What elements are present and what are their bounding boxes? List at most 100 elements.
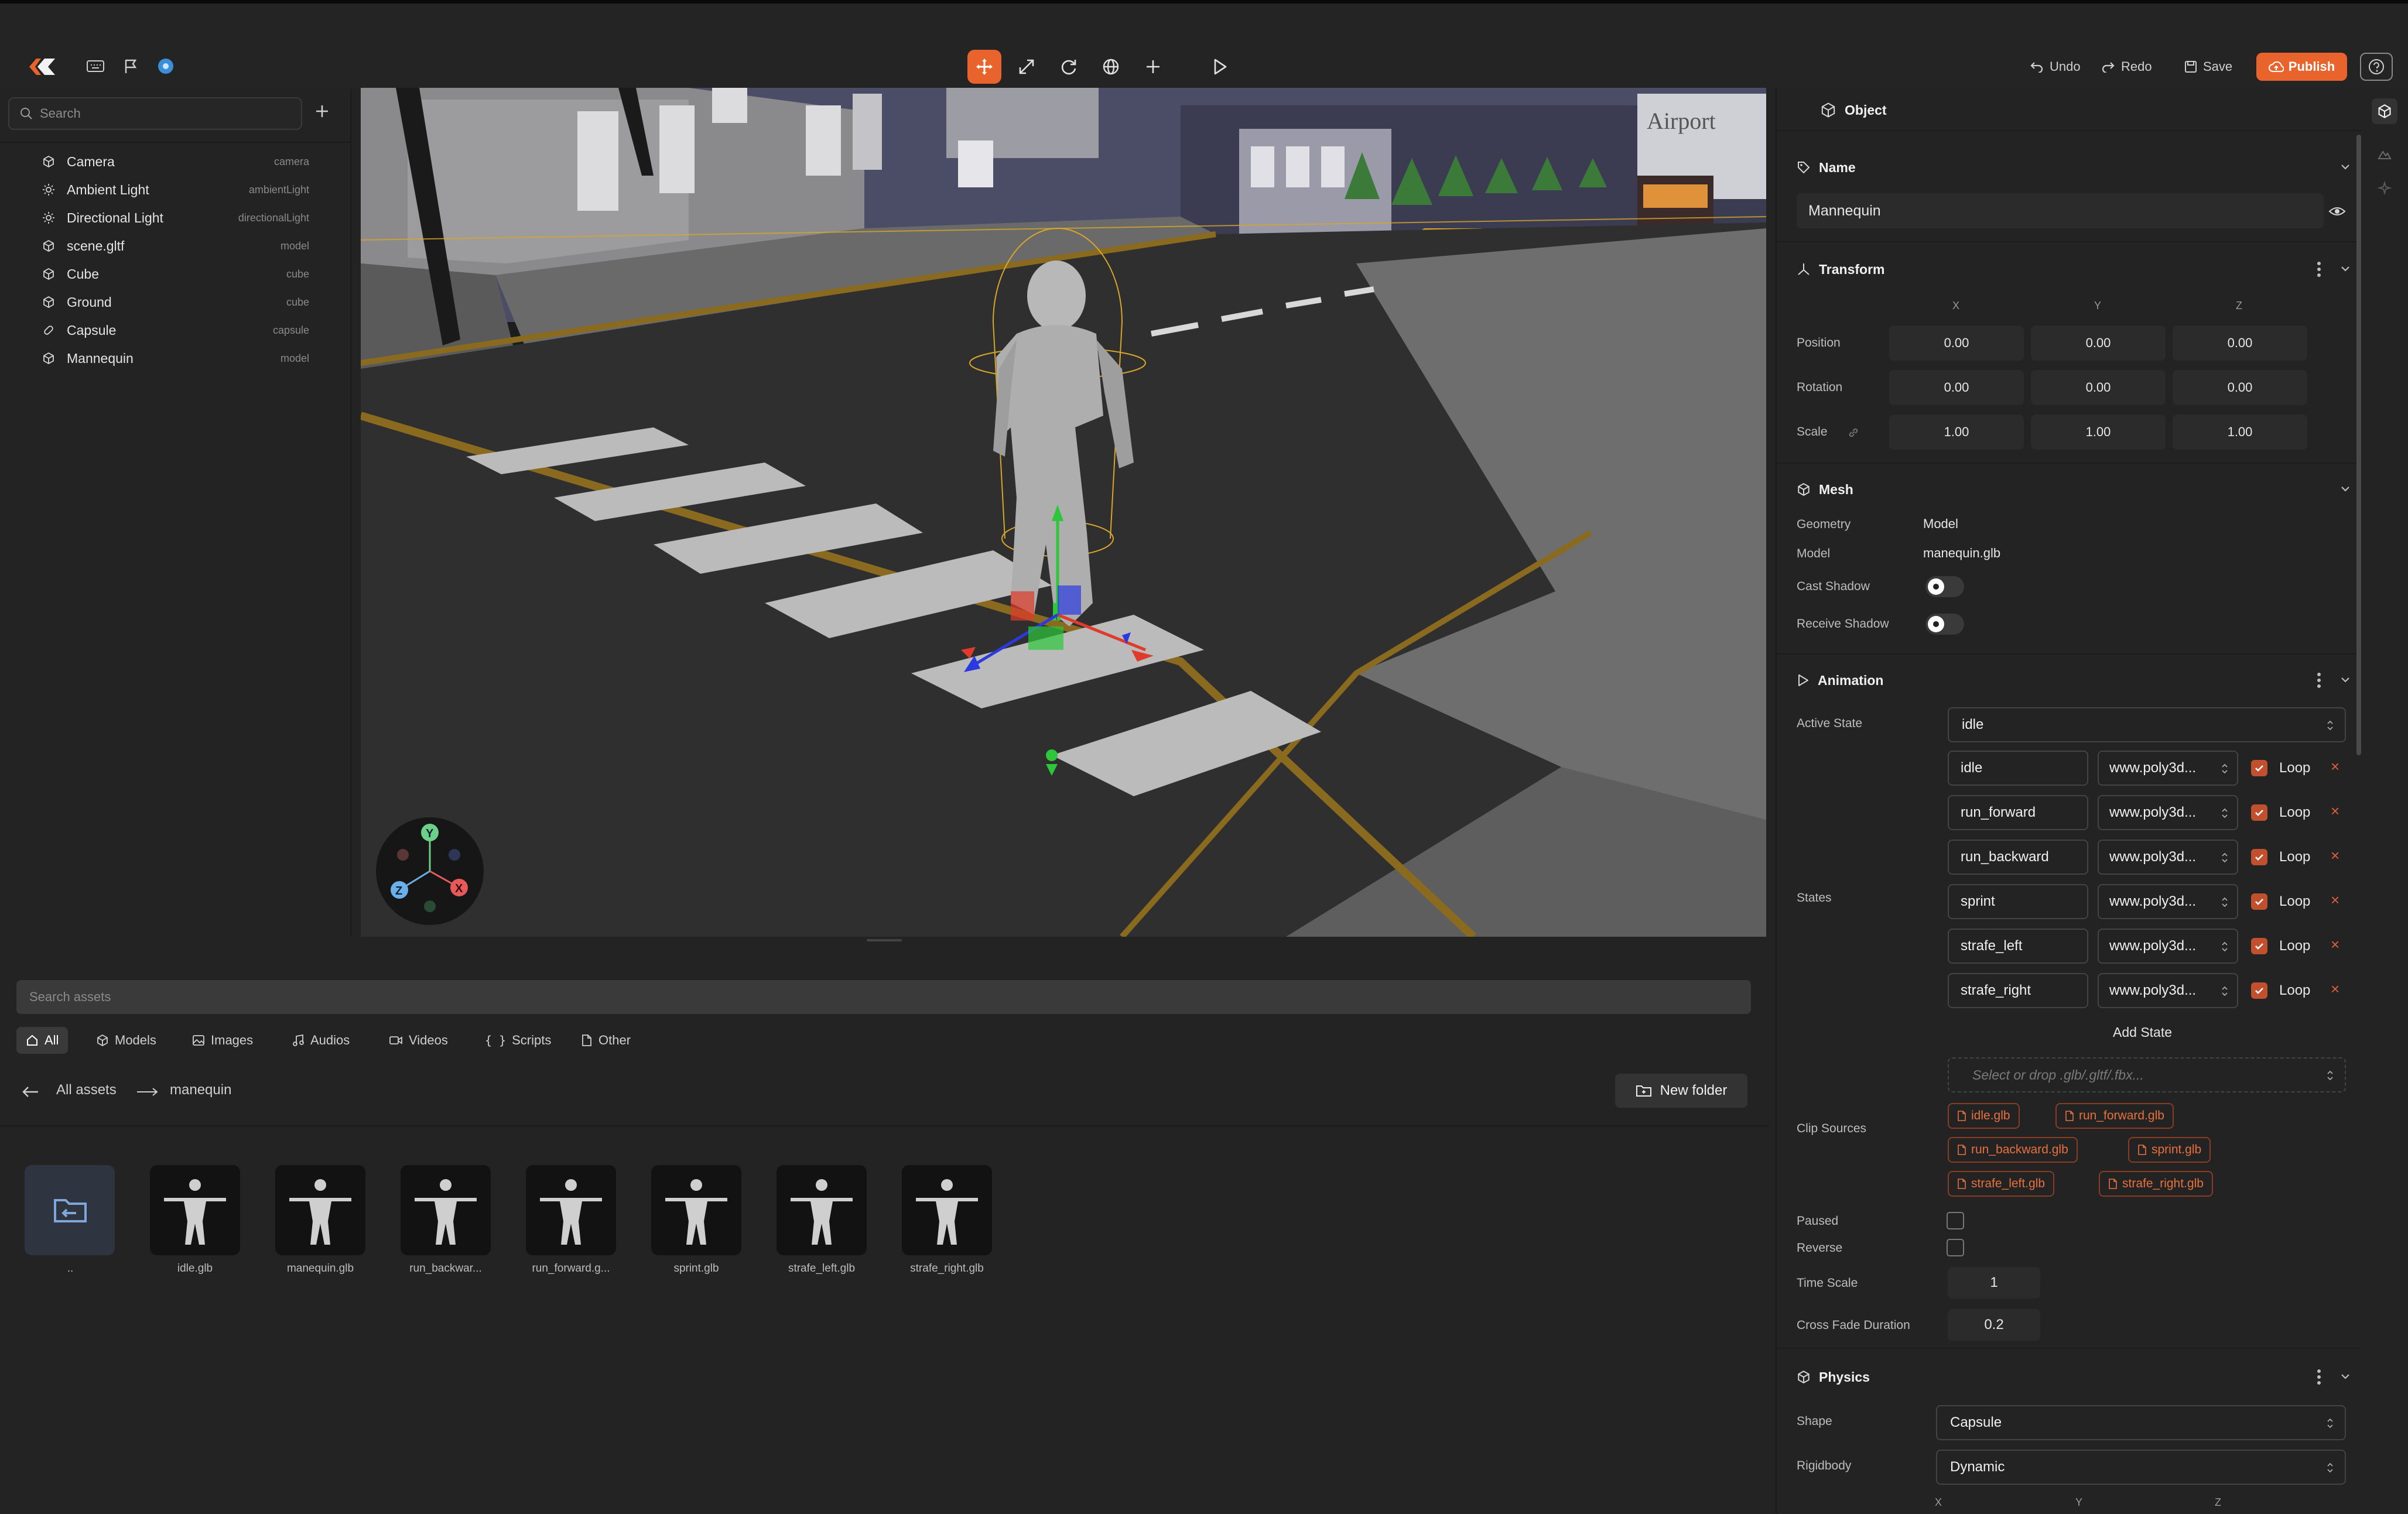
position-x-input[interactable]: 0.00 (1889, 326, 2024, 361)
keyboard-icon[interactable] (85, 57, 105, 75)
publish-button[interactable]: Publish (2256, 53, 2347, 81)
receive-shadow-toggle[interactable] (1925, 614, 1964, 635)
more-options-icon[interactable] (2317, 672, 2321, 689)
inspector-scrollbar[interactable] (2356, 135, 2361, 755)
status-dot-icon[interactable] (157, 57, 175, 75)
state-name-input[interactable]: sprint (1948, 884, 2088, 919)
mesh-section-header[interactable]: Mesh (1797, 478, 1853, 501)
orientation-gizmo[interactable]: Y Z X (376, 817, 484, 925)
cast-shadow-toggle[interactable] (1925, 576, 1964, 597)
breadcrumb-root[interactable]: All assets (56, 1082, 117, 1098)
resize-handle[interactable] (867, 939, 902, 941)
filter-chip-videos[interactable]: Videos (379, 1027, 457, 1054)
scale-x-input[interactable]: 1.00 (1889, 415, 2024, 450)
scene-viewport[interactable]: Airport Y Z X (361, 88, 1766, 937)
reverse-checkbox[interactable] (1947, 1239, 1964, 1256)
add-object-button[interactable] (1136, 50, 1170, 84)
undo-button[interactable]: Undo (2030, 55, 2081, 78)
clip-source-chip[interactable]: strafe_left.glb (1948, 1171, 2055, 1197)
hierarchy-item-ground[interactable]: Ground cube (0, 288, 351, 316)
filter-chip-models[interactable]: Models (87, 1027, 166, 1054)
loop-checkbox[interactable] (2251, 804, 2267, 821)
state-source-select[interactable]: www.poly3d... (2098, 840, 2238, 875)
more-options-icon[interactable] (2317, 1369, 2321, 1385)
asset-tile-run-forward[interactable] (526, 1165, 616, 1255)
remove-state-icon[interactable]: × (2331, 847, 2339, 865)
physics-section-header[interactable]: Physics (1797, 1365, 1870, 1389)
hierarchy-item-ambient-light[interactable]: Ambient Light ambientLight (0, 176, 351, 204)
add-object-icon[interactable] (314, 103, 330, 119)
object-name-input[interactable]: Mannequin (1797, 193, 2324, 228)
clip-drop-select[interactable]: Select or drop .glb/.gltf/.fbx... (1948, 1057, 2346, 1092)
environment-tab-icon[interactable] (2372, 141, 2397, 166)
hierarchy-item-cube[interactable]: Cube cube (0, 260, 351, 288)
globe-space-button[interactable] (1094, 50, 1128, 84)
remove-state-icon[interactable]: × (2331, 936, 2339, 954)
add-state-button[interactable]: Add State (2113, 1025, 2172, 1040)
position-z-input[interactable]: 0.00 (2173, 326, 2307, 361)
asset-search-input[interactable]: Search assets (16, 980, 1751, 1014)
remove-state-icon[interactable]: × (2331, 802, 2339, 820)
transform-section-header[interactable]: Transform (1797, 258, 1884, 281)
eye-icon[interactable] (2328, 203, 2346, 220)
loop-checkbox[interactable] (2251, 893, 2267, 910)
scale-y-input[interactable]: 1.00 (2031, 415, 2166, 450)
new-folder-button[interactable]: New folder (1615, 1074, 1747, 1108)
more-options-icon[interactable] (2317, 261, 2321, 278)
filter-chip-all[interactable]: All (16, 1027, 69, 1054)
remove-state-icon[interactable]: × (2331, 980, 2339, 998)
redo-button[interactable]: Redo (2101, 55, 2152, 78)
object-tab-icon[interactable] (2372, 98, 2397, 124)
clip-source-chip[interactable]: idle.glb (1948, 1103, 2020, 1129)
cross-fade-input[interactable]: 0.2 (1948, 1309, 2040, 1341)
clip-source-chip[interactable]: strafe_right.glb (2099, 1171, 2213, 1197)
rotation-x-input[interactable]: 0.00 (1889, 370, 2024, 405)
asset-tile-manequin[interactable] (275, 1165, 365, 1255)
clip-source-chip[interactable]: sprint.glb (2128, 1137, 2211, 1163)
asset-tile-run-backward[interactable] (401, 1165, 491, 1255)
active-state-select[interactable]: idle (1948, 707, 2346, 742)
state-source-select[interactable]: www.poly3d... (2098, 929, 2238, 964)
filter-chip-scripts[interactable]: { } Scripts (476, 1027, 560, 1054)
loop-checkbox[interactable] (2251, 982, 2267, 999)
scale-tool-button[interactable] (1010, 50, 1044, 84)
asset-tile-idle[interactable] (150, 1165, 240, 1255)
state-name-input[interactable]: strafe_left (1948, 929, 2088, 964)
clip-source-chip[interactable]: run_forward.glb (2055, 1103, 2174, 1129)
save-button[interactable]: Save (2184, 55, 2232, 78)
hierarchy-item-scene-gltf[interactable]: scene.gltf model (0, 232, 351, 260)
parent-folder-tile[interactable] (25, 1165, 115, 1255)
move-tool-button[interactable] (967, 50, 1001, 84)
link-icon[interactable] (1846, 425, 1861, 440)
chevron-down-icon[interactable] (2339, 160, 2352, 173)
rotate-tool-button[interactable] (1052, 50, 1086, 84)
shape-select[interactable]: Capsule (1936, 1405, 2346, 1440)
chevron-down-icon[interactable] (2339, 673, 2352, 686)
play-button[interactable] (1203, 50, 1237, 84)
state-name-input[interactable]: run_backward (1948, 840, 2088, 875)
rotation-z-input[interactable]: 0.00 (2173, 370, 2307, 405)
remove-state-icon[interactable]: × (2331, 891, 2339, 909)
filter-chip-images[interactable]: Images (183, 1027, 262, 1054)
rigidbody-select[interactable]: Dynamic (1936, 1450, 2346, 1485)
hierarchy-search-input[interactable]: Search (8, 97, 302, 130)
name-section-header[interactable]: Name (1797, 156, 1856, 179)
filter-chip-audios[interactable]: Audios (282, 1027, 359, 1054)
rotation-y-input[interactable]: 0.00 (2031, 370, 2166, 405)
state-source-select[interactable]: www.poly3d... (2098, 795, 2238, 830)
animation-section-header[interactable]: Animation (1797, 669, 1883, 692)
remove-state-icon[interactable]: × (2331, 758, 2339, 776)
chevron-down-icon[interactable] (2339, 262, 2352, 275)
time-scale-input[interactable]: 1 (1948, 1267, 2040, 1299)
viewport-render[interactable]: Airport Y Z X (361, 88, 1766, 937)
app-logo-icon[interactable] (26, 55, 59, 78)
loop-checkbox[interactable] (2251, 938, 2267, 954)
asset-tile-strafe-right[interactable] (902, 1165, 992, 1255)
loop-checkbox[interactable] (2251, 760, 2267, 776)
filter-chip-other[interactable]: Other (572, 1027, 640, 1054)
help-button[interactable] (2360, 53, 2393, 81)
chevron-down-icon[interactable] (2339, 482, 2352, 495)
back-arrow-icon[interactable] (19, 1082, 42, 1102)
hierarchy-item-capsule[interactable]: Capsule capsule (0, 316, 351, 344)
loop-checkbox[interactable] (2251, 849, 2267, 865)
